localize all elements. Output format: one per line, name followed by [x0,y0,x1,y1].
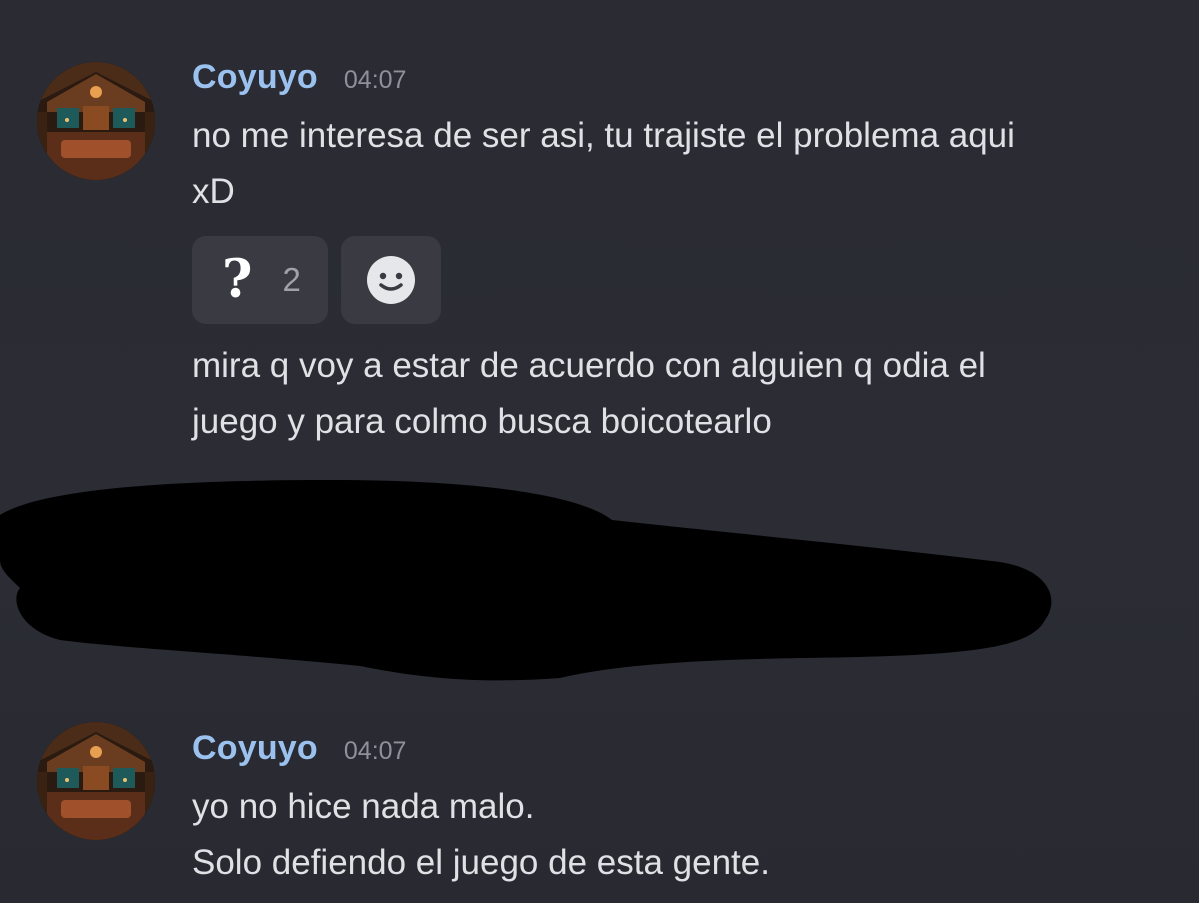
avatar-image [37,62,155,180]
reaction-count: 2 [282,261,301,298]
question-mark-icon: ? [222,249,253,310]
reactions-bar: ? 2 [192,236,441,324]
message-text: yo no hice nada malo. Solo defiendo el j… [192,787,770,882]
add-reaction-smiley-icon [367,256,415,304]
avatar-image [37,722,155,840]
message-header: Coyuyo 04:07 [192,58,406,97]
username[interactable]: Coyuyo [192,58,318,97]
message-text: mira q voy a estar de acuerdo con alguie… [192,346,986,441]
avatar[interactable] [37,62,155,180]
reaction-question[interactable]: ? 2 [192,236,328,324]
add-reaction-button[interactable] [341,236,441,324]
redaction-scribble [0,480,1052,681]
timestamp: 04:07 [343,66,407,94]
timestamp: 04:07 [343,737,407,765]
message-header: Coyuyo 04:07 [192,729,406,768]
message-text: no me interesa de ser asi, tu trajiste e… [192,116,1015,211]
avatar[interactable] [37,722,155,840]
username[interactable]: Coyuyo [192,729,318,768]
chat-view: Coyuyo 04:07 no me interesa de ser asi, … [0,0,1199,903]
